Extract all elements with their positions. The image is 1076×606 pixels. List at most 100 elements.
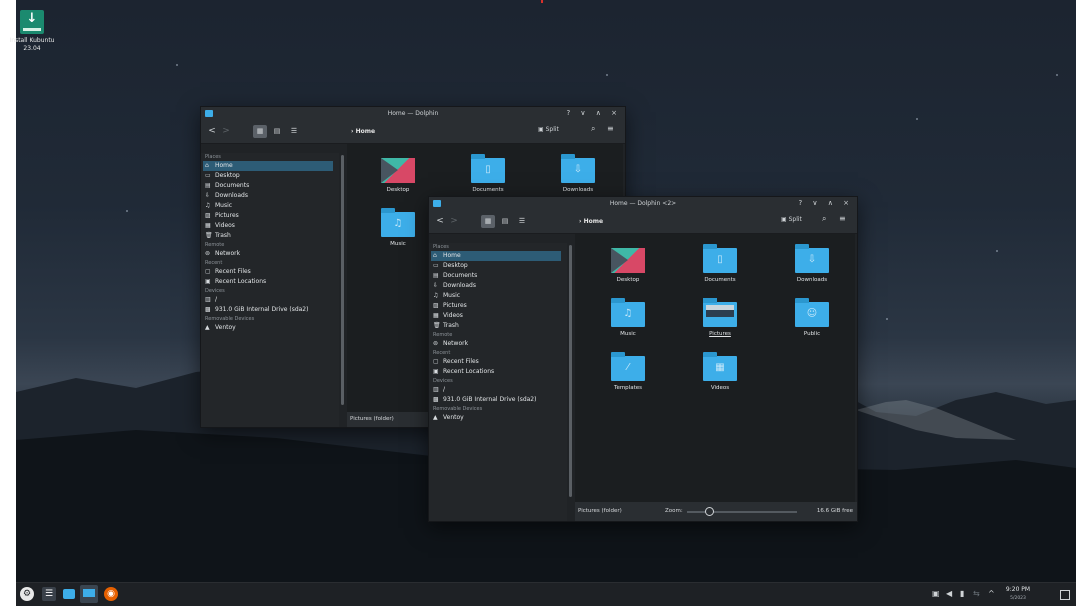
titlebar[interactable]: Home — Dolphin ? ∨ ∧ ×	[201, 107, 625, 121]
file-item-music[interactable]: ♫ Music	[365, 208, 431, 247]
sidebar-item-icon: ▲	[205, 324, 210, 331]
split-button[interactable]: ▣ Split	[538, 126, 559, 133]
pictures-preview	[706, 305, 734, 317]
sidebar-item-desktop[interactable]: ▭ Desktop	[201, 171, 339, 181]
desktop-icon-sublabel: 23.04	[23, 45, 41, 52]
sidebar-item-downloads[interactable]: ⇩ Downloads	[429, 281, 567, 291]
sidebar-item-recent-files[interactable]: ▢ Recent Files	[201, 267, 339, 277]
file-item-public[interactable]: ☺ Public	[779, 298, 845, 337]
sidebar-item-downloads[interactable]: ⇩ Downloads	[201, 191, 339, 201]
zoom-slider-track[interactable]	[687, 511, 797, 513]
sidebar-item-pictures[interactable]: ▨ Pictures	[429, 301, 567, 311]
sidebar-item-label: Network	[443, 340, 469, 347]
breadcrumb-home[interactable]: Home	[584, 218, 603, 225]
file-item-music[interactable]: ♫ Music	[595, 298, 661, 337]
sidebar-item-documents[interactable]: ▤ Documents	[201, 181, 339, 191]
hamburger-menu-icon[interactable]: ≡	[607, 124, 614, 133]
file-item-desktop[interactable]: Desktop	[595, 248, 661, 283]
sidebar-item-label: Trash	[443, 322, 459, 329]
sidebar-item-icon: ▦	[433, 312, 439, 319]
sidebar-item-ventoy[interactable]: ▲ Ventoy	[429, 413, 567, 423]
breadcrumb[interactable]: › Home	[579, 218, 603, 225]
file-item-documents[interactable]: ▯ Documents	[455, 154, 521, 193]
sidebar-item-[interactable]: ▥ /	[429, 385, 567, 395]
file-item-templates[interactable]: ⁄ Templates	[595, 352, 661, 391]
sidebar-item-network[interactable]: ⊚ Network	[201, 249, 339, 259]
sidebar-item-[interactable]: ▥ /	[201, 295, 339, 305]
show-desktop-icon[interactable]	[1060, 590, 1070, 600]
sidebar-item-music[interactable]: ♫ Music	[201, 201, 339, 211]
clipboard-icon[interactable]: ▣	[932, 589, 940, 598]
dolphin-window-2[interactable]: Home — Dolphin <2> ? ∨ ∧ × < > ▦ ▤ ☰ › H…	[428, 196, 858, 522]
sidebar-item-music[interactable]: ♫ Music	[429, 291, 567, 301]
file-item-pictures[interactable]: Pictures	[687, 298, 753, 337]
back-icon[interactable]: <	[207, 125, 217, 138]
details-view-icon[interactable]: ☰	[515, 215, 529, 228]
file-item-downloads[interactable]: ⇩ Downloads	[779, 244, 845, 283]
expand-tray-icon[interactable]: ^	[988, 589, 995, 598]
folder-glyph: ♫	[623, 308, 633, 319]
sidebar-item-network[interactable]: ⊚ Network	[429, 339, 567, 349]
volume-icon[interactable]: ◀	[946, 589, 952, 598]
digital-clock[interactable]: 9:20 PM 5/2023	[1002, 586, 1034, 603]
hamburger-menu-icon[interactable]: ≡	[839, 214, 846, 223]
breadcrumb-home[interactable]: Home	[356, 128, 375, 135]
active-window-task[interactable]	[80, 585, 98, 603]
search-icon[interactable]: ⌕	[591, 124, 595, 134]
sidebar-scrollbar[interactable]	[569, 245, 572, 497]
file-item-label: Downloads	[562, 187, 594, 193]
firefox-icon[interactable]: ◉	[104, 587, 118, 601]
sidebar-item-recent-locations[interactable]: ▣ Recent Locations	[201, 277, 339, 287]
places-panel: Places ⌂ Home ▭ Desktop ▤ Documents ⇩ Downloads…	[201, 153, 344, 427]
sidebar-item-home[interactable]: ⌂ Home	[203, 161, 333, 171]
sidebar-item-931-0-gib-internal-drive-sda2[interactable]: ▩ 931.0 GiB Internal Drive (sda2)	[201, 305, 339, 315]
window-controls[interactable]: ? ∨ ∧ ×	[566, 109, 621, 117]
battery-icon[interactable]: ▮	[960, 589, 964, 598]
folder-glyph: ▯	[717, 254, 723, 265]
compact-view-icon[interactable]: ▤	[270, 125, 284, 138]
file-item-videos[interactable]: ▦ Videos	[687, 352, 753, 391]
dolphin-taskbar-icon[interactable]	[63, 589, 75, 599]
sidebar-item-ventoy[interactable]: ▲ Ventoy	[201, 323, 339, 333]
sidebar-item-recent-locations[interactable]: ▣ Recent Locations	[429, 367, 567, 377]
file-item-documents[interactable]: ▯ Documents	[687, 244, 753, 283]
sidebar-item-icon: ▭	[205, 172, 211, 179]
forward-icon[interactable]: >	[449, 215, 459, 228]
sidebar-item-home[interactable]: ⌂ Home	[431, 251, 561, 261]
sidebar-item-pictures[interactable]: ▨ Pictures	[201, 211, 339, 221]
sidebar-item-label: Music	[215, 202, 233, 209]
file-view[interactable]: Desktop ▯ Documents ⇩ Downloads ♫ Music Picture…	[575, 234, 855, 502]
folder-glyph: ⁄	[627, 362, 629, 373]
sidebar-item-videos[interactable]: ▦ Videos	[429, 311, 567, 321]
sidebar-item-icon: ⌂	[205, 162, 209, 169]
sidebar-item-videos[interactable]: ▦ Videos	[201, 221, 339, 231]
system-settings-icon[interactable]: ☰	[42, 587, 56, 601]
file-item-desktop[interactable]: Desktop	[365, 158, 431, 193]
icons-view-icon[interactable]: ▦	[481, 215, 495, 228]
sidebar-item-trash[interactable]: 🗑 Trash	[429, 321, 567, 331]
sidebar-item-recent-files[interactable]: ▢ Recent Files	[429, 357, 567, 367]
titlebar[interactable]: Home — Dolphin <2> ? ∨ ∧ ×	[429, 197, 857, 211]
breadcrumb[interactable]: › Home	[351, 128, 375, 135]
details-view-icon[interactable]: ☰	[287, 125, 301, 138]
application-launcher-icon[interactable]: ⚙	[20, 587, 34, 601]
desktop-icon-label: Install Kubuntu	[9, 37, 55, 44]
network-icon[interactable]: ⇆	[973, 589, 980, 598]
sidebar-item-931-0-gib-internal-drive-sda2[interactable]: ▩ 931.0 GiB Internal Drive (sda2)	[429, 395, 567, 405]
sidebar-item-documents[interactable]: ▤ Documents	[429, 271, 567, 281]
forward-icon[interactable]: >	[221, 125, 231, 138]
desktop-icon-install-kubuntu[interactable]: Install Kubuntu 23.04	[2, 10, 62, 53]
sidebar-item-label: Recent Files	[443, 358, 479, 365]
sidebar-item-desktop[interactable]: ▭ Desktop	[429, 261, 567, 271]
window-controls[interactable]: ? ∨ ∧ ×	[798, 199, 853, 207]
search-icon[interactable]: ⌕	[822, 214, 826, 224]
sidebar-scrollbar[interactable]	[341, 155, 344, 405]
split-button[interactable]: ▣ Split	[781, 216, 802, 223]
sidebar-item-icon: ♫	[205, 202, 211, 209]
zoom-slider-handle[interactable]	[705, 507, 714, 516]
icons-view-icon[interactable]: ▦	[253, 125, 267, 138]
back-icon[interactable]: <	[435, 215, 445, 228]
sidebar-item-trash[interactable]: 🗑 Trash	[201, 231, 339, 241]
file-item-downloads[interactable]: ⇩ Downloads	[545, 154, 611, 193]
compact-view-icon[interactable]: ▤	[498, 215, 512, 228]
